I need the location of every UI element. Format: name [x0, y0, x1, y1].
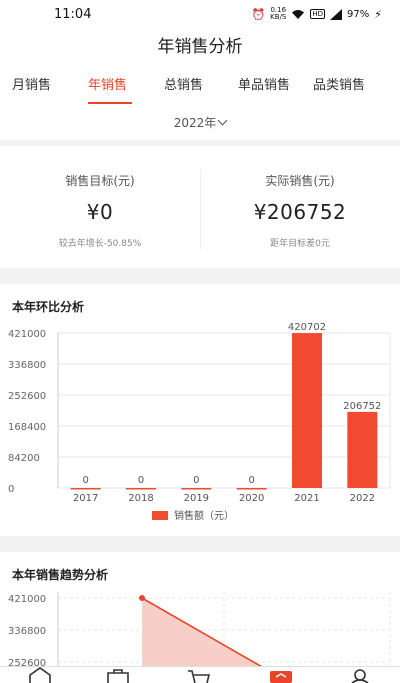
sales-target-stat: 销售目标(元) ¥0 较去年增长-50.85%	[0, 146, 200, 268]
y-tick-label: 252600	[8, 391, 46, 402]
battery-percent: 97%	[347, 8, 370, 20]
tab-total-sales[interactable]: 总销售	[164, 74, 203, 93]
actual-sales-label: 实际销售(元)	[265, 174, 335, 188]
x-tick-label: 2022	[350, 493, 375, 504]
sales-trend-section: 本年销售趋势分析 421000 336800 252600	[0, 552, 400, 683]
legend-swatch	[152, 511, 168, 520]
yearly-comparison-chart: 0 84200 168400 252600 336800 421000 0 2017 0 2018…	[8, 322, 391, 522]
y-tick-label: 421000	[8, 594, 46, 605]
trend-point	[139, 595, 145, 601]
page-title: 年销售分析	[0, 28, 400, 66]
year-selector[interactable]: 2022年	[0, 110, 400, 140]
actual-sales-stat: 实际销售(元) ¥206752 距年目标差0元	[200, 146, 400, 268]
bar	[181, 488, 212, 490]
status-icons: ⏰ 0.16 KB/S HD 97% ⚡	[251, 7, 382, 21]
cart-icon[interactable]	[186, 667, 212, 683]
briefcase-icon[interactable]	[105, 667, 131, 683]
hd-badge: HD	[310, 9, 326, 19]
sales-trend-chart: 421000336800252600	[8, 592, 391, 683]
tab-item-sales[interactable]: 单品销售	[238, 74, 290, 93]
x-tick-label: 2017	[73, 493, 98, 504]
x-tick-label: 2018	[128, 493, 153, 504]
chart-icon[interactable]	[268, 667, 294, 683]
bar	[236, 488, 267, 490]
year-selector-value: 2022年	[173, 116, 217, 130]
x-tick-label: 2021	[294, 493, 319, 504]
actual-sales-value: ¥206752	[253, 200, 347, 224]
speed-unit: KB/S	[270, 13, 287, 21]
yearly-comparison-section: 本年环比分析 0 84200 168400 252600 336800 421000 0 20…	[0, 284, 400, 536]
bar-data-label: 0	[193, 475, 199, 486]
alarm-icon: ⏰	[251, 7, 266, 21]
bar-data-label: 0	[138, 475, 144, 486]
sales-target-label: 销售目标(元)	[65, 174, 135, 188]
chevron-down-icon	[217, 115, 228, 126]
sales-target-value: ¥0	[86, 200, 114, 224]
active-tab-indicator	[88, 102, 132, 104]
y-tick-label: 336800	[8, 626, 46, 637]
charging-icon: ⚡	[374, 7, 382, 21]
wifi-icon	[292, 9, 305, 19]
legend-label: 销售额（元）	[174, 509, 234, 522]
signal-icon	[330, 8, 343, 20]
y-tick-label: 0	[8, 484, 14, 495]
bar	[292, 333, 322, 488]
sales-stats-card: 销售目标(元) ¥0 较去年增长-50.85% 实际销售(元) ¥206752 …	[0, 146, 400, 268]
bar	[347, 411, 378, 488]
x-tick-label: 2019	[184, 493, 209, 504]
bottom-navigation	[0, 666, 400, 683]
bar-data-label: 420702	[288, 322, 326, 333]
x-tick-label: 2020	[239, 493, 264, 504]
tab-category-sales[interactable]: 品类销售	[313, 74, 365, 93]
status-bar: 11:04 ⏰ 0.16 KB/S HD 97% ⚡	[0, 0, 400, 28]
y-tick-label: 168400	[8, 422, 46, 433]
bar-data-label: 0	[248, 475, 254, 486]
tab-bar: 月销售 年销售 总销售 单品销售 品类销售	[0, 66, 400, 110]
y-tick-label: 336800	[8, 360, 46, 371]
user-icon[interactable]	[347, 667, 373, 683]
network-speed: 0.16 KB/S	[270, 7, 286, 21]
actual-sales-gap: 距年目标差0元	[270, 239, 330, 249]
bar	[126, 488, 156, 490]
home-icon[interactable]	[27, 667, 53, 683]
sales-target-growth: 较去年增长-50.85%	[58, 239, 142, 249]
bar	[70, 488, 101, 490]
y-tick-label: 84200	[8, 453, 40, 464]
tab-year-sales[interactable]: 年销售	[88, 74, 127, 93]
tab-month-sales[interactable]: 月销售	[12, 74, 51, 93]
status-time: 11:04	[54, 6, 92, 22]
y-tick-label: 421000	[8, 329, 46, 340]
bar-data-label: 206752	[343, 401, 381, 412]
bar-data-label: 0	[82, 475, 88, 486]
